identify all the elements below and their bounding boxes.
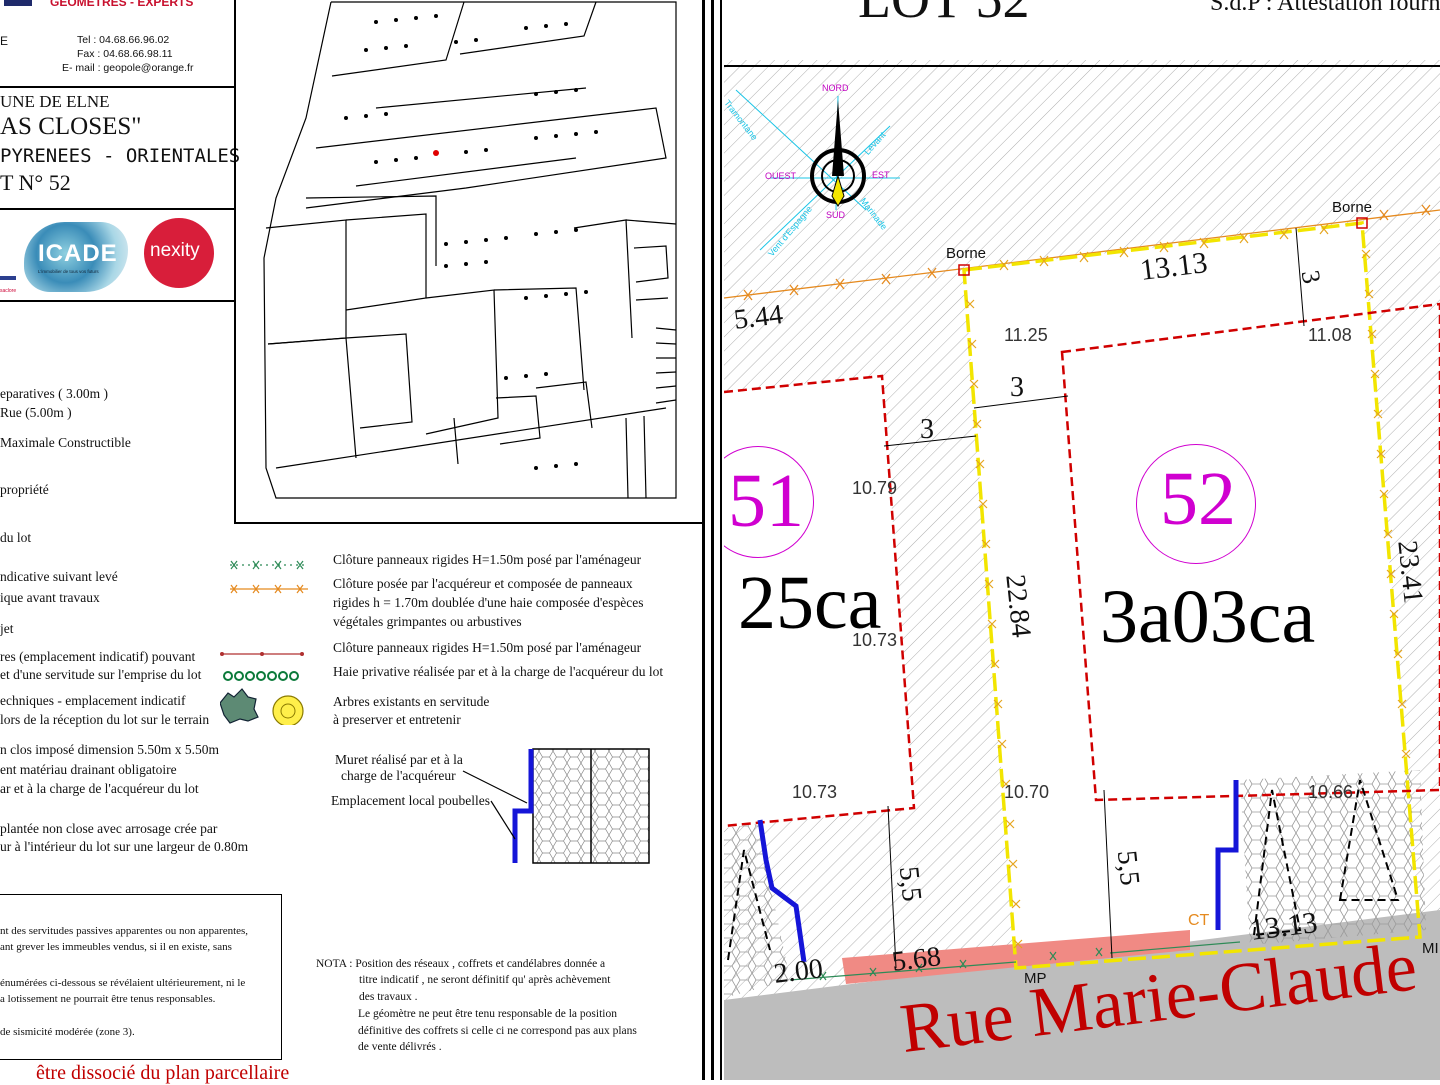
left-legend-0: eparatives ( 3.00m ) xyxy=(0,386,108,401)
lot-51-number: 51 xyxy=(728,459,804,543)
dim-front-right: 5,5 xyxy=(1110,848,1146,887)
bottom-red-note: être dissocié du plan parcellaire xyxy=(36,1062,290,1084)
company-name: GEOMETRES - EXPERTS xyxy=(50,0,194,9)
left-legend-3: propriété xyxy=(0,482,49,497)
legend-cloture-3: Clôture panneaux rigides H=1.50m posé pa… xyxy=(333,640,642,655)
nexity-logo-text: nexity xyxy=(150,240,200,261)
legend-cloture-2b: rigides h = 1.70m doublée d'une haie com… xyxy=(333,595,644,610)
red-dot-fence-symbol xyxy=(220,652,304,656)
existing-tree-icons xyxy=(220,688,304,725)
small-logo-text: saclore xyxy=(0,288,17,294)
location-map-trees xyxy=(344,14,598,470)
commune-name: UNE DE ELNE xyxy=(0,92,110,111)
nota-l4: Le géomètre ne peut être tenu responsabl… xyxy=(358,1008,617,1020)
company-letter: E xyxy=(0,34,9,48)
legend-cloture-2a: Clôture posée par l'acquéreur et composé… xyxy=(333,576,633,591)
sheet-separator xyxy=(702,0,722,1080)
plan-title: LOT 52 xyxy=(858,0,1030,30)
location-map-frame xyxy=(234,0,704,524)
left-legend-2: Maximale Constructible xyxy=(0,435,131,450)
dim-ct: CT xyxy=(1188,912,1210,929)
icade-logo-tagline: L'immobilier de tous vos futurs xyxy=(38,269,99,274)
dim-front-left: 5,5 xyxy=(892,864,928,903)
compass-est: EST xyxy=(872,170,890,180)
dim-mp-right: MI xyxy=(1422,940,1439,957)
dim-corner-br: 10.66 xyxy=(1308,782,1354,802)
company-fax: Fax : 04.68.66.98.11 xyxy=(77,48,173,60)
nota-l6: de vente délivrés . xyxy=(358,1041,442,1053)
dim-n51-top: 10.79 xyxy=(852,478,898,498)
left-legend-7: jet xyxy=(0,621,14,636)
location-map-lot-marker xyxy=(433,150,439,156)
dim-top-left-edge: 5.44 xyxy=(732,299,785,336)
left-legend-11: lors de la réception du lot sur le terra… xyxy=(0,712,210,727)
left-legend-4: du lot xyxy=(0,530,32,545)
servitudes-l2: ant grever les immeubles vendus, si il e… xyxy=(0,941,232,953)
lot-51-area: 25ca xyxy=(738,561,882,645)
nota-l2: titre indicatif , ne seront définitif qu… xyxy=(359,974,611,986)
servitudes-l5: de sismicité modérée (zone 3). xyxy=(0,1026,135,1038)
lot-52-number: 52 xyxy=(1160,457,1236,541)
left-legend-16: ur à l'intérieur du lot sur une largeur … xyxy=(0,839,249,854)
servitudes-l4: a lotissement ne pourrait être tenus res… xyxy=(0,993,216,1005)
legend-symbols xyxy=(220,560,308,725)
title-block-divider-2 xyxy=(0,208,234,210)
legend-cloture-1: Clôture panneaux rigides H=1.50m posé pa… xyxy=(333,552,642,567)
left-legend-15: plantée non close avec arrosage crée par xyxy=(0,821,218,836)
left-legend-5: ndicative suivant levé xyxy=(0,569,118,584)
department-name: PYRENEES - ORIENTALES xyxy=(0,145,241,167)
dim-corner-bl: 10.70 xyxy=(1004,782,1050,802)
legend-muret-b: charge de l'acquéreur xyxy=(341,768,456,783)
dim-corner-tr: 11.08 xyxy=(1308,325,1352,345)
compass-ouest: OUEST xyxy=(765,171,797,181)
company-tel: Tel : 04.68.66.96.02 xyxy=(77,34,170,46)
left-legend-13: ent matériau drainant obligatoire xyxy=(0,762,177,777)
legend-cloture-2c: végétales grimpantes ou arbustives xyxy=(333,614,522,629)
green-x-fence-symbol xyxy=(230,560,308,570)
plan-sdp: S.d.P : Attestation fourn xyxy=(1210,0,1440,16)
borne-right-label: Borne xyxy=(1332,199,1373,216)
title-block-divider-1 xyxy=(0,86,234,88)
hedge-symbol xyxy=(223,671,299,681)
company-logo-mark xyxy=(4,0,32,6)
bin-area-symbol xyxy=(462,748,650,864)
legend-arbres-a: Arbres existants en servitude xyxy=(333,694,490,709)
legend-haie: Haie privative réalisée par et à la char… xyxy=(333,664,664,679)
nexity-logo: nexity xyxy=(144,218,214,288)
dim-n51-bl: 10.73 xyxy=(792,782,838,802)
lot-label: T N° 52 xyxy=(0,170,71,195)
left-legend-9: et d'une servitude sur l'emprise du lot xyxy=(0,667,202,682)
nota-l3: des travaux . xyxy=(359,991,418,1003)
dim-corner-tl: 11.25 xyxy=(1004,325,1048,345)
dim-right-side: 23.41 xyxy=(1391,539,1429,605)
compass-sud: SUD xyxy=(826,210,846,220)
icade-logo: ICADE L'immobilier de tous vos futurs xyxy=(24,222,128,292)
legend-arbres-b: à preserver et entretenir xyxy=(333,712,461,727)
left-legend-8: res (emplacement indicatif) pouvant xyxy=(0,649,196,664)
dim-setback-51: 3 xyxy=(920,414,934,445)
orange-x-fence-symbol xyxy=(230,584,308,594)
dim-setback-left: 3 xyxy=(1010,372,1024,403)
lieu-dit: AS CLOSES" xyxy=(0,113,142,140)
location-map xyxy=(263,1,677,499)
dim-frontage-b: 2.00 xyxy=(772,953,825,990)
icade-logo-text: ICADE xyxy=(38,240,118,267)
left-legend-12: n clos imposé dimension 5.50m x 5.50m xyxy=(0,742,219,757)
small-logo-mark xyxy=(0,276,16,280)
lot-52-area: 3a03ca xyxy=(1100,575,1316,659)
dim-left-side: 22.84 xyxy=(999,573,1037,639)
borne-left-label: Borne xyxy=(946,245,987,262)
left-legend-14: ar et à la charge de l'acquéreur du lot xyxy=(0,781,199,796)
company-email: E- mail : geopole@orange.fr xyxy=(62,62,194,74)
left-legend-6: ique avant travaux xyxy=(0,590,100,605)
left-legend-1: Rue (5.00m ) xyxy=(0,405,72,420)
left-legend-10: echniques - emplacement indicatif xyxy=(0,693,186,708)
compass-nord: NORD xyxy=(822,83,849,93)
dim-frontage-a: 5.68 xyxy=(890,941,943,978)
